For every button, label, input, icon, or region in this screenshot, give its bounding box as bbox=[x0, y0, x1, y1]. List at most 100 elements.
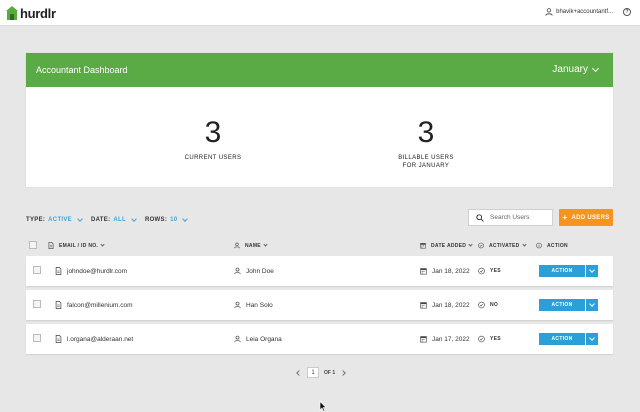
action-dropdown-button[interactable] bbox=[586, 265, 598, 277]
document-icon bbox=[55, 267, 62, 275]
date-filter-label: DATE: bbox=[90, 217, 111, 223]
billable-users-label-line1: BILLABLE USERS bbox=[398, 155, 454, 161]
column-date-added[interactable]: DATE ADDED bbox=[420, 242, 473, 249]
dashboard-title: Accountant Dashboard bbox=[36, 65, 128, 75]
chevron-down-icon bbox=[182, 216, 189, 222]
month-label: January bbox=[552, 64, 588, 75]
chevron-down-icon bbox=[589, 335, 595, 341]
help-icon[interactable]: ? bbox=[623, 8, 631, 16]
dashboard-header: Accountant Dashboard January bbox=[26, 53, 613, 87]
mouse-cursor-icon bbox=[319, 401, 327, 412]
column-action: ACTION bbox=[536, 242, 568, 249]
calendar-icon bbox=[420, 268, 427, 275]
billable-users-label-line2: FOR JANUARY bbox=[402, 163, 450, 169]
type-filter-label: TYPE: bbox=[26, 217, 46, 223]
action-button[interactable]: ACTION bbox=[539, 265, 585, 277]
row-activated: YES bbox=[490, 336, 501, 342]
row-action-group: ACTION bbox=[539, 299, 598, 311]
billable-users-count: 3 bbox=[417, 116, 435, 149]
chevron-down-icon bbox=[131, 216, 137, 222]
billable-users-label: BILLABLE USERS FOR JANUARY bbox=[346, 154, 506, 170]
billable-users-stat: 3 BILLABLE USERS FOR JANUARY bbox=[346, 116, 506, 170]
row-activated: YES bbox=[490, 268, 501, 274]
column-email[interactable]: EMAIL / ID NO. bbox=[48, 242, 105, 249]
chevron-down-icon bbox=[77, 216, 83, 222]
sort-icon bbox=[468, 242, 473, 247]
user-icon bbox=[234, 242, 240, 249]
rows-filter[interactable]: ROWS: 10 bbox=[144, 216, 189, 223]
check-circle-icon bbox=[478, 267, 485, 275]
calendar-icon bbox=[420, 336, 427, 343]
user-icon bbox=[234, 267, 241, 275]
table-header: EMAIL / ID NO. NAME DATE ADDED ACTIVATED… bbox=[26, 240, 613, 252]
row-email: johndoe@hurdlr.com bbox=[67, 267, 128, 275]
top-bar: hurdlr bhavik+accountantf... ? bbox=[0, 0, 640, 26]
column-activated[interactable]: ACTIVATED bbox=[478, 242, 527, 249]
date-filter[interactable]: DATE: ALL bbox=[90, 216, 137, 223]
logo-house-icon bbox=[6, 6, 18, 20]
row-date-added: Jan 18, 2022 bbox=[432, 267, 470, 275]
select-all-checkbox[interactable] bbox=[29, 241, 37, 249]
chevron-right-icon[interactable] bbox=[340, 369, 346, 376]
page-number-input[interactable]: 1 bbox=[307, 367, 319, 378]
row-activated: NO bbox=[490, 302, 499, 308]
column-email-label: EMAIL / ID NO. bbox=[59, 242, 99, 249]
plus-icon: + bbox=[562, 213, 568, 222]
user-email: bhavik+accountantf... bbox=[556, 9, 613, 15]
add-users-label: ADD USERS bbox=[571, 214, 610, 221]
hurdlr-logo[interactable]: hurdlr bbox=[6, 5, 56, 21]
action-dropdown-button[interactable] bbox=[586, 299, 598, 311]
search-box bbox=[468, 209, 553, 226]
user-menu[interactable]: bhavik+accountantf... bbox=[545, 8, 613, 16]
rows-filter-label: ROWS: bbox=[144, 217, 168, 223]
row-email: falcon@millenium.com bbox=[67, 301, 133, 309]
column-name[interactable]: NAME bbox=[234, 242, 268, 249]
pagination: 1 OF 1 bbox=[296, 367, 346, 378]
calendar-icon bbox=[420, 243, 426, 249]
current-users-count: 3 bbox=[204, 116, 222, 149]
check-circle-icon bbox=[478, 335, 485, 343]
page-total: OF 1 bbox=[324, 369, 336, 376]
check-circle-icon bbox=[478, 301, 485, 309]
info-icon bbox=[536, 242, 542, 249]
action-button[interactable]: ACTION bbox=[539, 299, 585, 311]
chevron-down-icon bbox=[591, 64, 600, 72]
column-activated-label: ACTIVATED bbox=[489, 242, 520, 249]
calendar-icon bbox=[420, 302, 427, 309]
table-row: johndoe@hurdlr.com John Doe Jan 18, 2022… bbox=[26, 256, 613, 286]
chevron-left-icon[interactable] bbox=[296, 369, 302, 376]
row-action-group: ACTION bbox=[539, 333, 598, 345]
row-name: John Doe bbox=[246, 267, 274, 275]
table-row: falcon@millenium.com Han Solo Jan 18, 20… bbox=[26, 290, 613, 320]
chevron-down-icon bbox=[589, 301, 595, 307]
filters-bar: TYPE: ACTIVE DATE: ALL ROWS: 10 bbox=[26, 216, 196, 223]
row-action-group: ACTION bbox=[539, 265, 598, 277]
table-row: l.organa@alderaan.net Leia Organa Jan 17… bbox=[26, 324, 613, 354]
row-checkbox[interactable] bbox=[33, 266, 41, 274]
dashboard-card: Accountant Dashboard January 3 CURRENT U… bbox=[26, 53, 613, 187]
row-checkbox[interactable] bbox=[33, 334, 41, 342]
document-icon bbox=[55, 301, 62, 309]
action-dropdown-button[interactable] bbox=[586, 333, 598, 345]
sort-icon bbox=[521, 242, 527, 247]
column-date-label: DATE ADDED bbox=[431, 242, 467, 249]
rows-filter-value: 10 bbox=[170, 217, 178, 223]
date-filter-value: ALL bbox=[113, 217, 126, 223]
sort-icon bbox=[100, 242, 105, 247]
current-users-label: CURRENT USERS bbox=[184, 155, 242, 161]
type-filter[interactable]: TYPE: ACTIVE bbox=[26, 216, 83, 223]
sort-icon bbox=[263, 242, 268, 247]
row-name: Han Solo bbox=[246, 301, 273, 309]
row-checkbox[interactable] bbox=[33, 300, 41, 308]
check-circle-icon bbox=[478, 242, 484, 249]
column-action-label: ACTION bbox=[547, 242, 568, 249]
user-icon bbox=[234, 335, 241, 343]
user-icon bbox=[234, 301, 241, 309]
user-icon bbox=[545, 8, 553, 16]
brand-name: hurdlr bbox=[20, 5, 56, 21]
month-selector[interactable]: January bbox=[552, 64, 600, 75]
search-input[interactable] bbox=[490, 214, 550, 221]
action-button[interactable]: ACTION bbox=[539, 333, 585, 345]
search-icon bbox=[476, 213, 484, 222]
add-users-button[interactable]: + ADD USERS bbox=[559, 209, 613, 226]
